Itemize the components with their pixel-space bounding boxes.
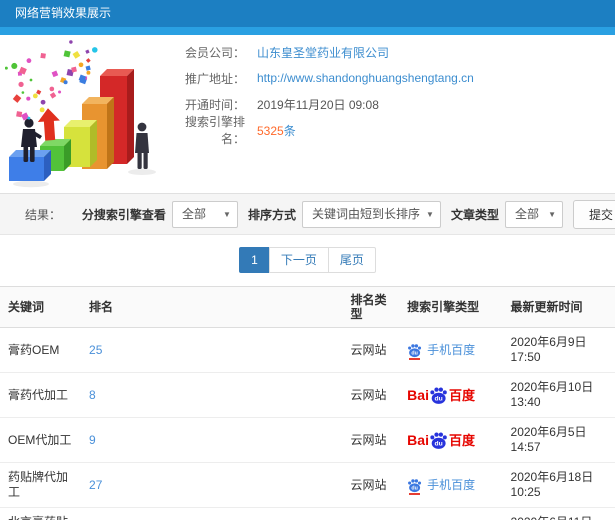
filter-bar: 结果： 分搜索引擎查看 全部 ▼ 排序方式 关键词由短到长排序 ▼ 文章类型 全… xyxy=(0,193,615,235)
engine-type-cell: du 手机百度 xyxy=(399,327,503,373)
engine-rank-label: 搜索引擎排名： xyxy=(184,115,245,146)
member-company-row: 会员公司： 山东皇圣堂药业有限公司 xyxy=(175,39,615,65)
col-updated: 最新更新时间 xyxy=(502,286,615,328)
rank-type-cell: 云网站 xyxy=(342,372,400,418)
table-row: OEM代加工 9 云网站 Bai du 百度 2020年6月5日 14:57 xyxy=(0,417,615,463)
updated-cell: 2020年6月10日 13:40 xyxy=(502,372,615,418)
col-rank-type: 排名类型 xyxy=(342,286,400,328)
updated-cell: 2020年6月5日 14:57 xyxy=(502,417,615,463)
engine-type-cell: du 手机百度 xyxy=(399,462,503,508)
rank-cell: 1 xyxy=(81,507,343,520)
paw-underline xyxy=(409,492,421,495)
keyword-cell: 膏药代加工 xyxy=(0,372,82,418)
paw-underline xyxy=(409,357,421,360)
next-page-button[interactable]: 下一页 xyxy=(268,247,329,273)
rank-link[interactable]: 9 xyxy=(89,433,96,447)
rank-cell: 8 xyxy=(81,372,343,418)
promo-url-row: 推广地址： http://www.shandonghuangshengtang.… xyxy=(175,65,615,91)
header-accent-strip xyxy=(0,27,615,35)
col-engine-type: 搜索引擎类型 xyxy=(399,286,503,328)
col-rank: 排名 xyxy=(81,286,343,328)
page: 网络营销效果展示 会员公司： 山东皇圣堂药业有限公司 推广地址： http://… xyxy=(0,0,615,520)
keyword-cell: 北京膏药贴牌 xyxy=(0,507,82,520)
svg-text:du: du xyxy=(435,440,443,447)
baidu-paw-icon: du xyxy=(430,432,447,449)
rank-cell: 25 xyxy=(81,327,343,373)
rank-type-cell: 云网站 xyxy=(342,417,400,463)
result-label: 结果： xyxy=(25,207,62,222)
col-keyword: 关键词 xyxy=(0,286,82,328)
baidu-logo: Bai du 百度 xyxy=(407,431,475,449)
app-header: 网络营销效果展示 xyxy=(0,0,615,27)
promo-url-link[interactable]: http://www.shandonghuangshengtang.cn xyxy=(257,71,474,85)
rank-link[interactable]: 27 xyxy=(89,478,102,492)
member-company-label: 会员公司： xyxy=(184,45,245,60)
rank-cell: 9 xyxy=(81,417,343,463)
chevron-down-icon: ▼ xyxy=(426,209,434,219)
engine-rank-value: 5325条 xyxy=(257,122,296,139)
rank-count: 5325 xyxy=(257,123,284,138)
page-1-button[interactable]: 1 xyxy=(239,247,270,273)
updated-cell: 2020年6月11日 11:18 xyxy=(502,507,615,520)
chevron-down-icon: ▼ xyxy=(548,209,556,219)
baidu-logo: Bai du 百度 xyxy=(407,386,475,404)
baidu-paw-icon: du xyxy=(408,343,422,357)
svg-text:du: du xyxy=(412,485,418,491)
open-time-label: 开通时间： xyxy=(184,97,245,112)
table-body: 膏药OEM 25 云网站 du 手机百度 2020年6月9日 17:50 膏药代加工 8 云网站… xyxy=(0,327,615,520)
sort-filter-label: 排序方式 xyxy=(247,207,296,222)
last-page-button[interactable]: 尾页 xyxy=(327,247,376,273)
keyword-cell: 药贴牌代加工 xyxy=(0,462,82,508)
table-row: 北京膏药贴牌1云网站Baidu百度2020年6月11日 11:18 xyxy=(0,507,615,520)
rank-link[interactable]: 8 xyxy=(89,388,96,402)
updated-cell: 2020年6月18日 10:25 xyxy=(502,462,615,508)
article-type-label: 文章类型 xyxy=(450,207,499,222)
engine-type-cell: Baidu百度 xyxy=(399,417,503,463)
table-row: 药贴牌代加工 27 云网站 du 手机百度 2020年6月18日 10:25 xyxy=(0,462,615,508)
rank-type-cell: 云网站 xyxy=(342,327,400,373)
promo-url-label: 推广地址： xyxy=(184,71,245,86)
rank-type-cell: 云网站 xyxy=(342,462,400,508)
company-info: 会员公司： 山东皇圣堂药业有限公司 推广地址： http://www.shand… xyxy=(175,39,615,147)
keyword-cell: 膏药OEM xyxy=(0,327,82,373)
engine-rank-row: 搜索引擎排名： 5325条 xyxy=(175,115,615,146)
rank-cell: 27 xyxy=(81,462,343,508)
rank-link[interactable]: 25 xyxy=(89,343,102,357)
table-header-row: 关键词 排名 排名类型 搜索引擎类型 最新更新时间 xyxy=(0,286,615,328)
chevron-down-icon: ▼ xyxy=(223,209,231,219)
updated-cell: 2020年6月9日 17:50 xyxy=(502,327,615,373)
filter-controls: 分搜索引擎查看 全部 ▼ 排序方式 关键词由短到长排序 ▼ 文章类型 全部 ▼ … xyxy=(72,199,615,229)
engine-type-cell: Baidu百度 xyxy=(399,372,503,418)
businessman-right xyxy=(135,122,149,169)
page-title: 网络营销效果展示 xyxy=(15,6,112,20)
table-row: 膏药代加工 8 云网站 Bai du 百度 2020年6月10日 13:40 xyxy=(0,372,615,418)
results-table: 关键词 排名 排名类型 搜索引擎类型 最新更新时间 膏药OEM 25 云网站 du 手机… xyxy=(0,286,615,520)
baidu-paw-icon: du xyxy=(408,478,422,492)
rank-unit: 条 xyxy=(283,123,296,138)
table-row: 膏药OEM 25 云网站 du 手机百度 2020年6月9日 17:50 xyxy=(0,327,615,373)
submit-button[interactable]: 提交 xyxy=(572,199,615,229)
sort-select-value: 关键词由短到长排序 xyxy=(311,206,420,221)
member-company-link[interactable]: 山东皇圣堂药业有限公司 xyxy=(257,44,389,61)
engine-filter-label: 分搜索引擎查看 xyxy=(81,207,166,222)
rank-type-cell: 云网站 xyxy=(342,507,400,520)
summary-section: 会员公司： 山东皇圣堂药业有限公司 推广地址： http://www.shand… xyxy=(0,35,615,193)
baidu-paw-icon: du xyxy=(430,387,447,404)
svg-text:du: du xyxy=(412,350,418,356)
bar-chart-illustration xyxy=(5,40,156,188)
article-type-select[interactable]: 全部 ▼ xyxy=(504,200,563,228)
svg-text:du: du xyxy=(435,395,443,402)
engine-select-value: 全部 xyxy=(181,206,206,221)
engine-select[interactable]: 全部 ▼ xyxy=(171,200,238,228)
engine-type-cell: Baidu百度 xyxy=(399,507,503,520)
mobile-baidu-logo: du 手机百度 xyxy=(407,478,475,495)
mobile-baidu-logo: du 手机百度 xyxy=(407,343,475,360)
open-time-value: 2019年11月20日 09:08 xyxy=(257,97,379,112)
sort-select[interactable]: 关键词由短到长排序 ▼ xyxy=(301,200,441,228)
keyword-cell: OEM代加工 xyxy=(0,417,82,463)
pagination: 1 下一页 尾页 xyxy=(0,247,615,273)
article-type-value: 全部 xyxy=(514,206,539,221)
